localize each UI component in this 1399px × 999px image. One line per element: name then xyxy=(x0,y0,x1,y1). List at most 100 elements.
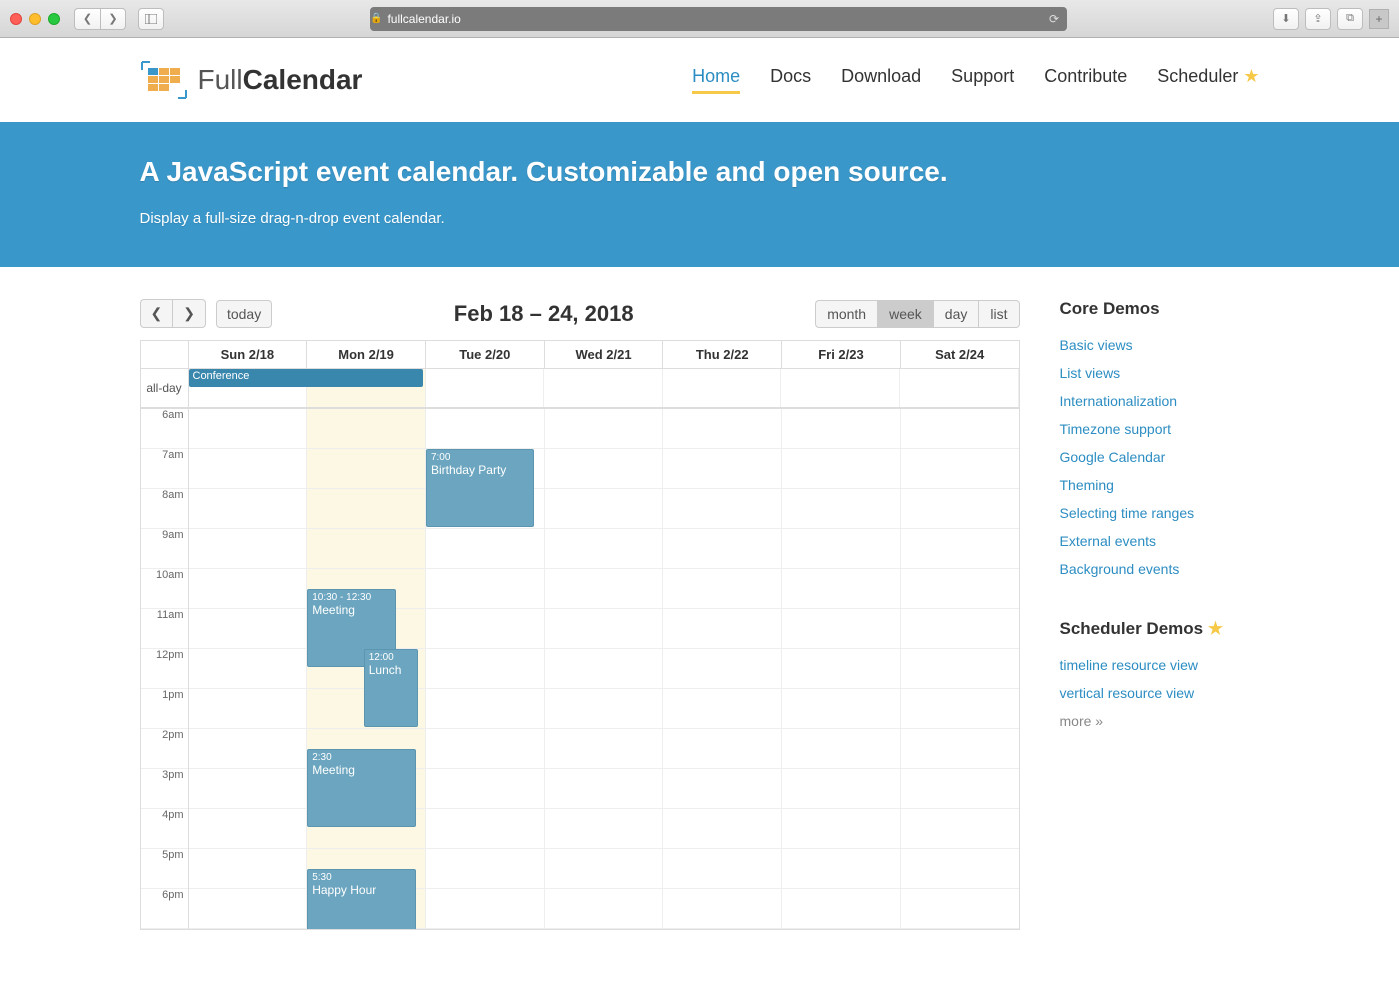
core-demos-list: Basic views List views Internationalizatio… xyxy=(1060,337,1260,579)
allday-event[interactable]: Conference xyxy=(189,369,424,387)
view-day-button[interactable]: day xyxy=(933,300,979,328)
sidebar-link[interactable]: Google Calendar xyxy=(1060,449,1166,465)
share-button[interactable]: ⇪ xyxy=(1305,8,1331,30)
sidebar-link[interactable]: Timezone support xyxy=(1060,421,1172,437)
sidebar-link[interactable]: vertical resource view xyxy=(1060,685,1195,701)
calendar-event[interactable]: 7:00Birthday Party xyxy=(426,449,534,527)
scheduler-demos-list: timeline resource view vertical resource … xyxy=(1060,657,1260,731)
event-time: 7:00 xyxy=(431,452,529,463)
event-title: Happy Hour xyxy=(312,883,376,897)
time-label: 3pm xyxy=(141,769,188,809)
main-nav: Home Docs Download Support Contribute Sc… xyxy=(692,66,1259,94)
sidebar-link[interactable]: Basic views xyxy=(1060,337,1133,353)
url-bar[interactable]: 🔒 fullcalendar.io ⟳ xyxy=(370,7,1067,31)
day-column[interactable] xyxy=(545,409,664,929)
sidebar-link[interactable]: List views xyxy=(1060,365,1121,381)
nav-contribute[interactable]: Contribute xyxy=(1044,66,1127,94)
day-column[interactable]: 10:30 - 12:30Meeting12:00Lunch2:30Meetin… xyxy=(307,409,426,929)
calendar-event[interactable]: 5:30Happy Hour xyxy=(307,869,415,929)
more-link[interactable]: more » xyxy=(1060,713,1104,729)
sidebar-link[interactable]: Selecting time ranges xyxy=(1060,505,1195,521)
view-week-button[interactable]: week xyxy=(877,300,933,328)
reload-icon[interactable]: ⟳ xyxy=(1049,12,1059,26)
sidebar-link[interactable]: External events xyxy=(1060,533,1157,549)
star-icon: ★ xyxy=(1243,66,1259,86)
nav-download[interactable]: Download xyxy=(841,66,921,94)
day-header[interactable]: Wed 2/21 xyxy=(545,341,664,368)
event-time: 2:30 xyxy=(312,752,410,763)
calendar-event[interactable]: 2:30Meeting xyxy=(307,749,415,827)
sidebar: Core Demos Basic viewsList viewsInternat… xyxy=(1060,299,1260,930)
page-header: FullCalendar Home Docs Download Support … xyxy=(120,38,1280,122)
time-gutter: 6am7am8am9am10am11am12pm1pm2pm3pm4pm5pm6… xyxy=(141,409,189,929)
downloads-button[interactable]: ⬇ xyxy=(1273,8,1299,30)
calendar-widget: ❮ ❯ today Feb 18 – 24, 2018 month week d… xyxy=(140,299,1020,930)
view-month-button[interactable]: month xyxy=(815,300,877,328)
sidebar-link[interactable]: Theming xyxy=(1060,477,1114,493)
sidebar-toggle-button[interactable] xyxy=(138,8,164,30)
tabs-button[interactable]: ⧉ xyxy=(1337,8,1363,30)
sidebar-item: Google Calendar xyxy=(1060,449,1260,467)
nav-home[interactable]: Home xyxy=(692,66,740,94)
maximize-window-icon[interactable] xyxy=(48,13,60,25)
nav-scheduler[interactable]: Scheduler ★ xyxy=(1157,66,1259,94)
day-header[interactable]: Fri 2/23 xyxy=(782,341,901,368)
time-label: 6pm xyxy=(141,889,188,929)
day-column[interactable] xyxy=(663,409,782,929)
allday-cell[interactable] xyxy=(781,369,900,407)
window-controls xyxy=(10,13,60,25)
nav-docs[interactable]: Docs xyxy=(770,66,811,94)
event-title: Birthday Party xyxy=(431,463,506,477)
day-column[interactable] xyxy=(901,409,1019,929)
back-button[interactable]: ❮ xyxy=(74,8,100,30)
day-header-row: Sun 2/18Mon 2/19Tue 2/20Wed 2/21Thu 2/22… xyxy=(141,341,1019,369)
view-list-button[interactable]: list xyxy=(978,300,1019,328)
day-header[interactable]: Tue 2/20 xyxy=(426,341,545,368)
day-column[interactable] xyxy=(782,409,901,929)
sidebar-link[interactable]: Background events xyxy=(1060,561,1180,577)
prev-button[interactable]: ❮ xyxy=(140,299,173,328)
allday-cells: Conference xyxy=(189,369,1019,407)
time-label: 6am xyxy=(141,409,188,449)
allday-cell[interactable] xyxy=(663,369,782,407)
nav-support[interactable]: Support xyxy=(951,66,1014,94)
logo[interactable]: FullCalendar xyxy=(140,60,363,100)
allday-cell[interactable] xyxy=(544,369,663,407)
lock-icon: 🔒 xyxy=(370,13,382,24)
forward-button[interactable]: ❯ xyxy=(100,8,126,30)
minimize-window-icon[interactable] xyxy=(29,13,41,25)
sidebar-item: Internationalization xyxy=(1060,393,1260,411)
time-label: 7am xyxy=(141,449,188,489)
allday-row: all-day Conference xyxy=(141,369,1019,409)
day-column[interactable] xyxy=(189,409,308,929)
day-column[interactable]: 7:00Birthday Party xyxy=(426,409,545,929)
browser-right-buttons: ⬇ ⇪ ⧉ xyxy=(1273,8,1363,30)
today-button[interactable]: today xyxy=(216,300,272,328)
prev-next-group: ❮ ❯ xyxy=(140,299,206,328)
calendar-title: Feb 18 – 24, 2018 xyxy=(272,301,815,327)
browser-chrome: ❮ ❯ 🔒 fullcalendar.io ⟳ ⬇ ⇪ ⧉ + xyxy=(0,0,1399,38)
event-title: Meeting xyxy=(312,763,355,777)
time-label: 4pm xyxy=(141,809,188,849)
time-label: 9am xyxy=(141,529,188,569)
event-time: 12:00 xyxy=(369,652,413,663)
time-label: 12pm xyxy=(141,649,188,689)
day-columns: 10:30 - 12:30Meeting12:00Lunch2:30Meetin… xyxy=(189,409,1019,929)
sidebar-link[interactable]: Internationalization xyxy=(1060,393,1178,409)
sidebar-item: Basic views xyxy=(1060,337,1260,355)
allday-cell[interactable] xyxy=(426,369,545,407)
sidebar-item: Theming xyxy=(1060,477,1260,495)
sidebar-item: External events xyxy=(1060,533,1260,551)
sidebar-link[interactable]: timeline resource view xyxy=(1060,657,1199,673)
day-header[interactable]: Sun 2/18 xyxy=(189,341,308,368)
day-header[interactable]: Thu 2/22 xyxy=(663,341,782,368)
next-button[interactable]: ❯ xyxy=(172,299,206,328)
close-window-icon[interactable] xyxy=(10,13,22,25)
allday-cell[interactable] xyxy=(900,369,1019,407)
day-header[interactable]: Mon 2/19 xyxy=(307,341,426,368)
hero-banner: A JavaScript event calendar. Customizabl… xyxy=(0,122,1399,267)
calendar-event[interactable]: 12:00Lunch xyxy=(364,649,418,727)
day-header[interactable]: Sat 2/24 xyxy=(901,341,1019,368)
new-tab-button[interactable]: + xyxy=(1369,9,1389,29)
time-label: 10am xyxy=(141,569,188,609)
